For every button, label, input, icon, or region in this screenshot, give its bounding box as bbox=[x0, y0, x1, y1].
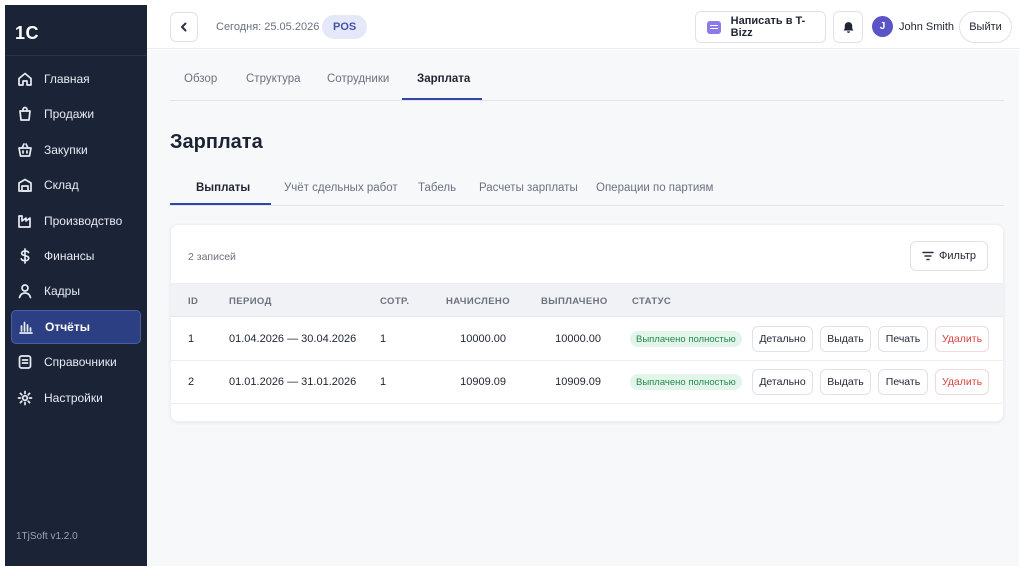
app-logo[interactable]: 1С bbox=[15, 23, 39, 44]
sidebar-item-home[interactable]: Главная bbox=[11, 62, 141, 96]
filter-label: Фильтр bbox=[939, 250, 976, 262]
col-status: СТАТУС bbox=[632, 296, 672, 307]
table-row[interactable]: 1 01.04.2026 — 30.04.2026 1 10000.00 100… bbox=[171, 318, 1003, 361]
sidebar-item-references[interactable]: Справочники bbox=[11, 345, 141, 379]
chat-button-label: Написать в T-Bizz bbox=[730, 15, 806, 39]
dollar-icon bbox=[17, 248, 33, 264]
sidebar-item-label: Главная bbox=[44, 72, 90, 86]
delete-button[interactable]: Удалить bbox=[935, 326, 989, 352]
status-badge: Выплачено полностью bbox=[630, 374, 742, 390]
warehouse-icon bbox=[17, 177, 33, 193]
tab-salary-calc[interactable]: Расчеты зарплаты bbox=[479, 182, 578, 194]
cell-period: 01.01.2026 — 31.01.2026 bbox=[229, 376, 357, 388]
chevron-left-icon bbox=[181, 22, 187, 32]
print-button[interactable]: Печать bbox=[878, 369, 928, 395]
user-icon bbox=[17, 283, 33, 299]
gear-icon bbox=[17, 390, 33, 406]
cell-accrued: 10000.00 bbox=[460, 333, 506, 345]
col-id: ID bbox=[188, 296, 199, 307]
user-avatar[interactable]: J bbox=[872, 16, 893, 37]
bar-chart-icon bbox=[18, 319, 34, 335]
factory-icon bbox=[17, 213, 33, 229]
cell-period: 01.04.2026 — 30.04.2026 bbox=[229, 333, 357, 345]
sidebar-item-reports[interactable]: Отчёты bbox=[11, 309, 141, 344]
page-title: Зарплата bbox=[170, 131, 263, 153]
sidebar-item-label: Производство bbox=[44, 213, 123, 228]
main-tabs: Обзор Структура Сотрудники Зарплата bbox=[170, 50, 1004, 101]
sidebar-item-label: Настройки bbox=[44, 390, 103, 405]
cell-employees: 1 bbox=[380, 376, 387, 388]
sidebar-item-settings[interactable]: Настройки bbox=[11, 381, 141, 415]
col-employees: СОТР. bbox=[380, 296, 410, 307]
sidebar-item-warehouse[interactable]: Склад bbox=[11, 168, 141, 202]
tab-employees[interactable]: Сотрудники bbox=[327, 73, 389, 85]
records-count: 2 записей bbox=[188, 251, 236, 263]
sidebar-item-label: Финансы bbox=[44, 248, 95, 263]
tab-timesheet[interactable]: Табель bbox=[418, 182, 456, 194]
basket-icon bbox=[17, 142, 33, 158]
tab-salary[interactable]: Зарплата bbox=[417, 73, 470, 85]
print-button[interactable]: Печать bbox=[878, 326, 928, 352]
tab-structure[interactable]: Структура bbox=[246, 73, 301, 85]
sidebar-item-purchases[interactable]: Закупки bbox=[11, 133, 141, 167]
table-row[interactable]: 2 01.01.2026 — 31.01.2026 1 10909.09 109… bbox=[171, 361, 1003, 404]
payments-table-card: 2 записей Фильтр ID ПЕРИОД СОТР. НАЧИСЛЕ… bbox=[170, 224, 1004, 422]
document-icon bbox=[17, 354, 33, 370]
top-bar: Сегодня: 25.05.2026 POS Написать в T-Biz… bbox=[147, 5, 1019, 49]
details-button[interactable]: Детально bbox=[752, 369, 813, 395]
sidebar-item-hr[interactable]: Кадры bbox=[11, 274, 141, 308]
table-header: ID ПЕРИОД СОТР. НАЧИСЛЕНО ВЫПЛАЧЕНО СТАТ… bbox=[171, 283, 1003, 317]
tab-overview[interactable]: Обзор bbox=[184, 73, 217, 85]
sidebar-item-label: Отчёты bbox=[45, 319, 90, 334]
issue-button[interactable]: Выдать bbox=[820, 369, 871, 395]
active-subtab-indicator bbox=[170, 203, 271, 205]
cell-id: 2 bbox=[188, 376, 195, 388]
cell-id: 1 bbox=[188, 333, 195, 345]
back-button[interactable] bbox=[170, 12, 198, 42]
app-version: 1TjSoft v1.2.0 bbox=[16, 531, 78, 542]
tab-batch-operations[interactable]: Операции по партиям bbox=[596, 182, 713, 194]
main-content: Обзор Структура Сотрудники Зарплата Зарп… bbox=[147, 50, 1019, 566]
sidebar-divider bbox=[5, 55, 147, 56]
chat-tbizz-button[interactable]: Написать в T-Bizz bbox=[695, 11, 826, 43]
sidebar-item-label: Справочники bbox=[44, 355, 117, 370]
details-button[interactable]: Детально bbox=[752, 326, 813, 352]
shopping-bag-icon bbox=[17, 106, 33, 122]
sidebar-item-sales[interactable]: Продажи bbox=[11, 97, 141, 131]
tab-piecework[interactable]: Учёт сдельных работ bbox=[284, 182, 398, 194]
sidebar: 1С Главная Продажи Закупки Склад Произво… bbox=[5, 5, 147, 566]
cell-paid: 10000.00 bbox=[555, 333, 601, 345]
sidebar-item-production[interactable]: Производство bbox=[11, 204, 141, 238]
filter-icon bbox=[922, 251, 934, 261]
cell-accrued: 10909.09 bbox=[460, 376, 506, 388]
logout-button[interactable]: Выйти bbox=[959, 11, 1012, 43]
sidebar-item-label: Закупки bbox=[44, 142, 88, 157]
status-badge: Выплачено полностью bbox=[630, 331, 742, 347]
sub-tabs: Выплаты Учёт сдельных работ Табель Расче… bbox=[170, 170, 1004, 206]
sidebar-item-finance[interactable]: Финансы bbox=[11, 239, 141, 273]
chat-icon bbox=[707, 20, 721, 34]
active-tab-indicator bbox=[402, 98, 482, 100]
today-date: Сегодня: 25.05.2026 bbox=[216, 21, 320, 33]
sidebar-item-label: Продажи bbox=[44, 107, 95, 122]
delete-button[interactable]: Удалить bbox=[935, 369, 989, 395]
cell-employees: 1 bbox=[380, 333, 387, 345]
pos-mode-badge[interactable]: POS bbox=[322, 15, 368, 39]
col-paid: ВЫПЛАЧЕНО bbox=[541, 296, 608, 307]
filter-button[interactable]: Фильтр bbox=[910, 241, 988, 271]
sidebar-item-label: Склад bbox=[44, 178, 79, 193]
user-name[interactable]: John Smith bbox=[899, 21, 954, 33]
tab-payments[interactable]: Выплаты bbox=[196, 182, 250, 194]
bell-icon bbox=[843, 21, 853, 33]
notifications-button[interactable] bbox=[833, 11, 863, 43]
issue-button[interactable]: Выдать bbox=[820, 326, 871, 352]
sidebar-item-label: Кадры bbox=[44, 284, 80, 299]
cell-paid: 10909.09 bbox=[555, 376, 601, 388]
col-accrued: НАЧИСЛЕНО bbox=[446, 296, 510, 307]
sidebar-nav: Главная Продажи Закупки Склад Производст… bbox=[5, 62, 147, 416]
home-icon bbox=[17, 71, 33, 87]
col-period: ПЕРИОД bbox=[229, 296, 272, 307]
